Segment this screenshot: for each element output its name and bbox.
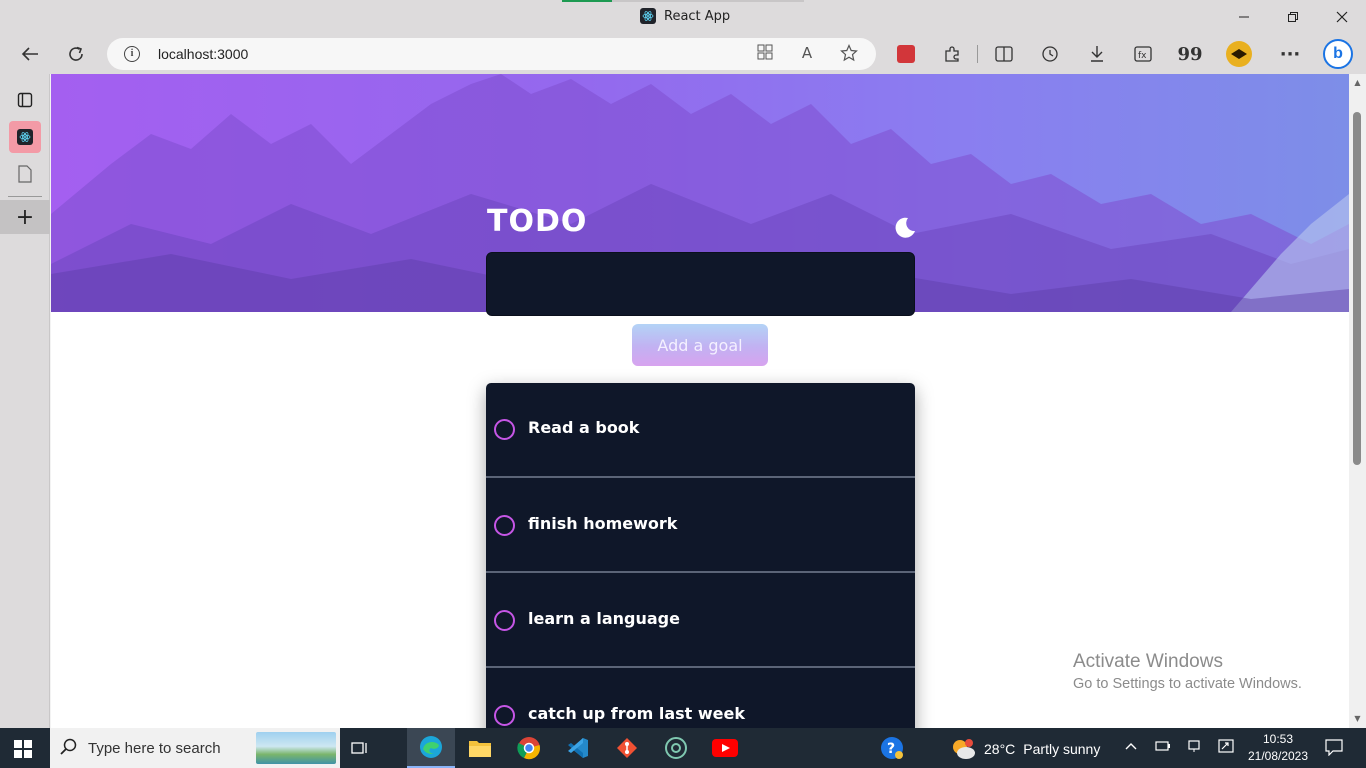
window-title: React App <box>640 8 730 24</box>
puzzle-extensions-icon[interactable] <box>938 41 966 67</box>
close-button[interactable] <box>1322 4 1362 30</box>
todo-text: learn a language <box>528 609 680 628</box>
todo-item[interactable]: finish homework <box>486 478 915 573</box>
task-view-icon[interactable] <box>336 728 384 768</box>
scroll-down-icon[interactable]: ▼ <box>1353 714 1362 723</box>
toolbar-separator <box>977 45 978 63</box>
windows-taskbar: Type here to search ? 28°C Partly sunny <box>0 728 1366 768</box>
weather-temperature: 28°C <box>984 741 1016 757</box>
todo-checkbox[interactable] <box>494 419 515 440</box>
search-highlight-image <box>256 732 336 764</box>
todo-checkbox[interactable] <box>494 705 515 726</box>
loading-indicator <box>562 0 612 2</box>
watermark-line-2: Go to Settings to activate Windows. <box>1073 676 1302 692</box>
todo-item[interactable]: Read a book <box>486 383 915 478</box>
system-clock[interactable]: 10:53 21/08/2023 <box>1244 731 1312 765</box>
window-title-text: React App <box>664 8 731 24</box>
git-icon[interactable] <box>603 728 651 768</box>
chrome-icon[interactable] <box>505 728 553 768</box>
svg-text:fx: fx <box>1138 51 1147 61</box>
add-goal-button[interactable]: Add a goal <box>632 324 768 366</box>
volume-icon[interactable] <box>1218 739 1234 756</box>
weather-condition: Partly sunny <box>1023 741 1101 757</box>
tab-actions-icon[interactable] <box>9 84 41 116</box>
todo-text: finish homework <box>528 514 678 533</box>
url-text[interactable]: localhost:3000 <box>158 46 248 62</box>
scroll-up-icon[interactable]: ▲ <box>1353 78 1362 87</box>
todo-checkbox[interactable] <box>494 515 515 536</box>
split-screen-icon[interactable] <box>990 41 1018 67</box>
battery-icon[interactable] <box>1155 739 1171 756</box>
svg-text:?: ? <box>887 741 895 757</box>
file-explorer-icon[interactable] <box>456 728 504 768</box>
vertical-tabs-sidebar: + <box>0 74 50 728</box>
downloads-icon[interactable] <box>1083 41 1111 67</box>
help-icon[interactable]: ? <box>868 728 916 768</box>
edge-taskbar-icon[interactable] <box>407 728 455 768</box>
page-viewport: TODO Add a goal Read a book finish homew… <box>51 74 1349 728</box>
chatgpt-icon[interactable] <box>652 728 700 768</box>
search-placeholder: Type here to search <box>88 740 221 757</box>
app-title: TODO <box>487 204 588 239</box>
todo-checkbox[interactable] <box>494 610 515 631</box>
title-bar: React App <box>0 0 1366 34</box>
bing-copilot-icon[interactable]: b <box>1322 38 1354 70</box>
page-scrollbar[interactable]: ▲ ▼ <box>1349 74 1366 728</box>
todo-text: Read a book <box>528 418 640 437</box>
react-logo-icon <box>640 8 656 24</box>
app-available-icon[interactable] <box>754 44 776 64</box>
sidebar-divider <box>8 196 42 197</box>
extension-icon[interactable] <box>892 41 920 67</box>
react-logo-icon <box>17 129 33 145</box>
todo-item[interactable]: learn a language <box>486 573 915 668</box>
profile-avatar-icon[interactable] <box>1225 41 1253 67</box>
clock-date: 21/08/2023 <box>1247 749 1309 763</box>
moon-icon[interactable] <box>893 215 917 239</box>
read-aloud-icon[interactable]: A <box>796 44 818 64</box>
more-menu-icon[interactable]: ··· <box>1276 41 1304 67</box>
taskbar-search[interactable]: Type here to search <box>50 728 340 768</box>
react-tab-icon[interactable] <box>9 121 41 153</box>
weather-widget[interactable]: 28°C Partly sunny <box>950 738 1100 760</box>
refresh-icon[interactable] <box>62 41 90 67</box>
new-tab-button[interactable]: + <box>0 200 50 234</box>
vscode-icon[interactable] <box>554 728 602 768</box>
network-icon[interactable] <box>1187 739 1203 756</box>
partly-sunny-icon <box>953 739 975 759</box>
search-icon <box>60 738 78 761</box>
show-hidden-icons-chevron-icon[interactable] <box>1124 739 1138 756</box>
scrollbar-thumb[interactable] <box>1353 112 1361 465</box>
todo-list: Read a book finish homework learn a lang… <box>486 383 915 728</box>
back-icon[interactable] <box>16 41 44 67</box>
address-bar[interactable]: i localhost:3000 A <box>107 38 876 70</box>
favorite-star-icon[interactable] <box>838 44 860 64</box>
loading-track <box>612 0 804 2</box>
site-info-icon[interactable]: i <box>124 46 140 62</box>
quote-icon[interactable]: 99 <box>1176 41 1204 67</box>
activate-windows-watermark: Activate Windows Go to Settings to activ… <box>1073 651 1302 692</box>
browser-toolbar: i localhost:3000 A fx 99 ··· b <box>0 34 1366 74</box>
todo-input[interactable] <box>486 252 915 316</box>
page-tab-icon[interactable] <box>9 158 41 190</box>
restore-button[interactable] <box>1273 4 1313 30</box>
history-icon[interactable] <box>1036 41 1064 67</box>
youtube-icon[interactable] <box>701 728 749 768</box>
todo-text: catch up from last week <box>528 704 746 723</box>
screenshot-icon[interactable]: fx <box>1129 41 1157 67</box>
watermark-line-1: Activate Windows <box>1073 651 1223 672</box>
todo-item[interactable]: catch up from last week <box>486 668 915 728</box>
windows-start-icon[interactable] <box>14 740 32 758</box>
read-aloud-label: A <box>801 44 813 62</box>
clock-time: 10:53 <box>1262 732 1294 746</box>
notifications-icon[interactable] <box>1325 738 1343 759</box>
minimize-button[interactable] <box>1224 4 1264 30</box>
